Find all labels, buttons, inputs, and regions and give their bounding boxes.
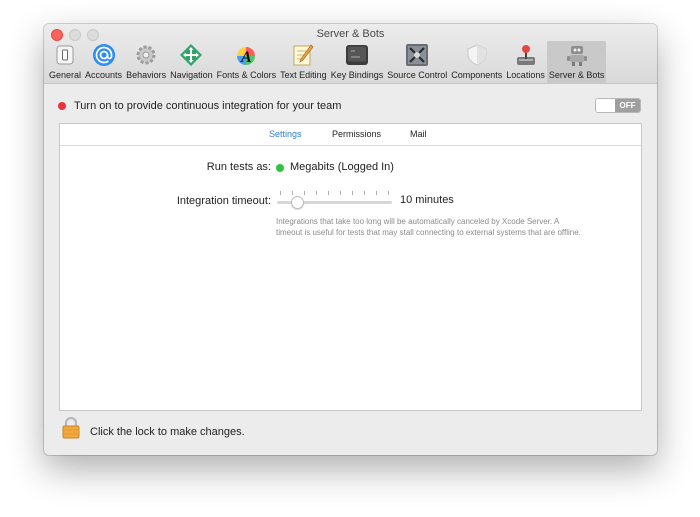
ci-toggle[interactable]: OFF	[595, 98, 641, 113]
toolbar-item-text-editing[interactable]: Text Editing	[278, 41, 329, 84]
logged-in-status-dot	[276, 164, 284, 172]
toolbar-label: Behaviors	[126, 70, 167, 80]
general-switch-icon	[56, 45, 74, 65]
tab-mail[interactable]: Mail	[410, 129, 427, 139]
titlebar: Server & Bots General Accounts Behaviors…	[44, 24, 657, 84]
toolbar-label: Locations	[506, 70, 545, 80]
toolbar-label: Source Control	[387, 70, 448, 80]
shield-icon	[467, 44, 487, 66]
toggle-knob	[596, 99, 616, 112]
toolbar-item-general[interactable]: General	[47, 41, 83, 84]
settings-panel: Settings Permissions Mail Run tests as: …	[59, 123, 642, 411]
toggle-label: OFF	[615, 99, 640, 112]
toolbar-label: Key Bindings	[330, 70, 384, 80]
integration-timeout-slider[interactable]	[277, 191, 392, 209]
toolbar-label: Accounts	[85, 70, 123, 80]
lock-icon[interactable]	[62, 417, 80, 439]
toolbar-label: Navigation	[170, 70, 213, 80]
preferences-window: Server & Bots General Accounts Behaviors…	[44, 24, 657, 455]
toolbar-label: Components	[451, 70, 503, 80]
pencil-note-icon	[293, 44, 314, 66]
toolbar-item-components[interactable]: Components	[449, 41, 504, 84]
toolbar-item-accounts[interactable]: Accounts	[83, 41, 124, 84]
ci-banner: Turn on to provide continuous integratio…	[44, 84, 657, 122]
toolbar-label: General	[49, 70, 82, 80]
slider-knob[interactable]	[291, 196, 304, 209]
integration-timeout-value: 10 minutes	[400, 194, 454, 206]
toolbar-item-navigation[interactable]: Navigation	[168, 41, 215, 84]
toolbar-item-fonts-colors[interactable]: A Fonts & Colors	[215, 41, 279, 84]
ci-banner-text: Turn on to provide continuous integratio…	[74, 100, 342, 112]
preferences-toolbar: General Accounts Behaviors Navigation A …	[47, 41, 607, 84]
tab-settings[interactable]: Settings	[269, 129, 302, 139]
toolbar-item-locations[interactable]: Locations	[504, 41, 547, 84]
toolbar-label: Fonts & Colors	[216, 70, 277, 80]
toolbar-item-source-control[interactable]: Source Control	[385, 41, 449, 84]
at-sign-icon	[92, 44, 115, 66]
toolbar-item-key-bindings[interactable]: Key Bindings	[329, 41, 386, 84]
arrows-icon	[180, 44, 203, 66]
toolbar-item-behaviors[interactable]: Behaviors	[124, 41, 168, 84]
tab-bar: Settings Permissions Mail	[60, 124, 641, 146]
gears-icon	[136, 45, 156, 65]
svg-text:A: A	[240, 49, 252, 66]
robot-icon	[566, 46, 587, 66]
toolbar-label: Server & Bots	[548, 70, 605, 80]
lock-message: Click the lock to make changes.	[90, 426, 245, 438]
run-tests-label: Run tests as:	[206, 161, 271, 173]
font-palette-icon: A	[237, 47, 256, 66]
joystick-icon	[516, 45, 535, 65]
integration-timeout-label: Integration timeout:	[176, 195, 271, 207]
toolbar-label: Text Editing	[280, 70, 327, 80]
toolbar-item-server-bots[interactable]: Server & Bots	[546, 41, 607, 84]
window-title: Server & Bots	[316, 28, 385, 40]
keyboard-key-icon	[345, 45, 368, 65]
status-indicator	[58, 102, 66, 110]
source-control-icon	[406, 44, 429, 66]
tab-permissions[interactable]: Permissions	[332, 129, 381, 139]
integration-timeout-help: Integrations that take too long will be …	[276, 217, 581, 237]
run-tests-user[interactable]: Megabits (Logged In)	[290, 161, 394, 173]
